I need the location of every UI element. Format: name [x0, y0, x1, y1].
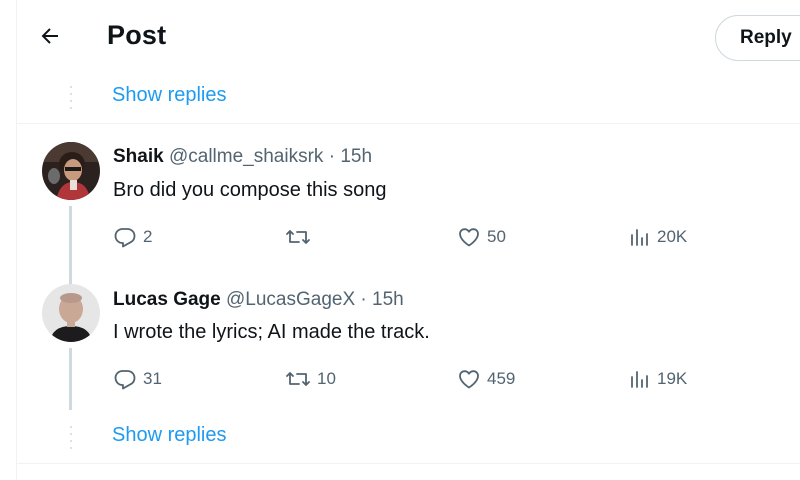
divider — [17, 463, 800, 464]
timestamp[interactable]: 15h — [372, 289, 404, 310]
like-count: 459 — [487, 369, 516, 388]
thread-line — [69, 348, 72, 410]
tweet-header: Shaik @callme_shaiksrk · 15h — [113, 146, 372, 168]
reply-action[interactable]: 2 — [113, 224, 152, 250]
views-action[interactable]: 19K — [629, 366, 687, 392]
page-title: Post — [107, 20, 167, 50]
show-replies-row: Show replies — [17, 76, 800, 122]
thread-dots — [70, 84, 72, 112]
like-icon — [459, 370, 479, 389]
reply-icon — [114, 228, 136, 248]
timestamp[interactable]: 15h — [340, 146, 372, 167]
separator: · — [328, 146, 336, 167]
views-count: 19K — [657, 369, 688, 388]
author-name[interactable]: Shaik — [113, 146, 164, 167]
author-name[interactable]: Lucas Gage — [113, 289, 221, 310]
avatar[interactable] — [42, 284, 100, 342]
reply-button[interactable]: Reply — [715, 15, 800, 61]
reply-count: 31 — [143, 369, 162, 388]
like-action[interactable]: 459 — [457, 366, 515, 392]
tweet[interactable]: Lucas Gage @LucasGageX · 15h I wrote the… — [17, 268, 800, 418]
author-handle[interactable]: @LucasGageX — [226, 289, 355, 310]
reply-action[interactable]: 31 — [113, 366, 162, 392]
tweet-text: Bro did you compose this song — [113, 179, 387, 201]
back-arrow-icon — [41, 28, 58, 44]
repost-action[interactable] — [285, 224, 317, 250]
show-replies-link[interactable]: Show replies — [112, 424, 227, 447]
separator: · — [360, 289, 367, 310]
views-action[interactable]: 20K — [629, 224, 687, 250]
tweet[interactable]: Shaik @callme_shaiksrk · 15h Bro did you… — [17, 124, 800, 286]
show-replies-row: Show replies — [17, 416, 800, 462]
repost-action[interactable]: 10 — [285, 366, 336, 392]
avatar[interactable] — [42, 142, 100, 200]
back-button[interactable] — [30, 16, 70, 56]
views-count: 20K — [657, 227, 688, 246]
show-replies-link[interactable]: Show replies — [112, 84, 227, 107]
repost-count: 10 — [317, 369, 336, 388]
tweet-header: Lucas Gage @LucasGageX · 15h — [113, 289, 404, 311]
like-action[interactable]: 50 — [457, 224, 506, 250]
tweet-text: I wrote the lyrics; AI made the track. — [113, 321, 430, 343]
like-count: 50 — [487, 227, 506, 246]
reply-icon — [114, 370, 136, 390]
like-icon — [459, 228, 479, 247]
thread-dots — [70, 424, 72, 452]
reply-count: 2 — [143, 227, 153, 246]
author-handle[interactable]: @callme_shaiksrk — [169, 146, 323, 167]
post-page: Post Reply Show replies Shaik @callme_sh… — [0, 0, 800, 480]
repost-icon — [286, 230, 310, 244]
views-icon — [631, 371, 648, 388]
views-icon — [631, 229, 648, 246]
repost-icon — [286, 372, 310, 386]
